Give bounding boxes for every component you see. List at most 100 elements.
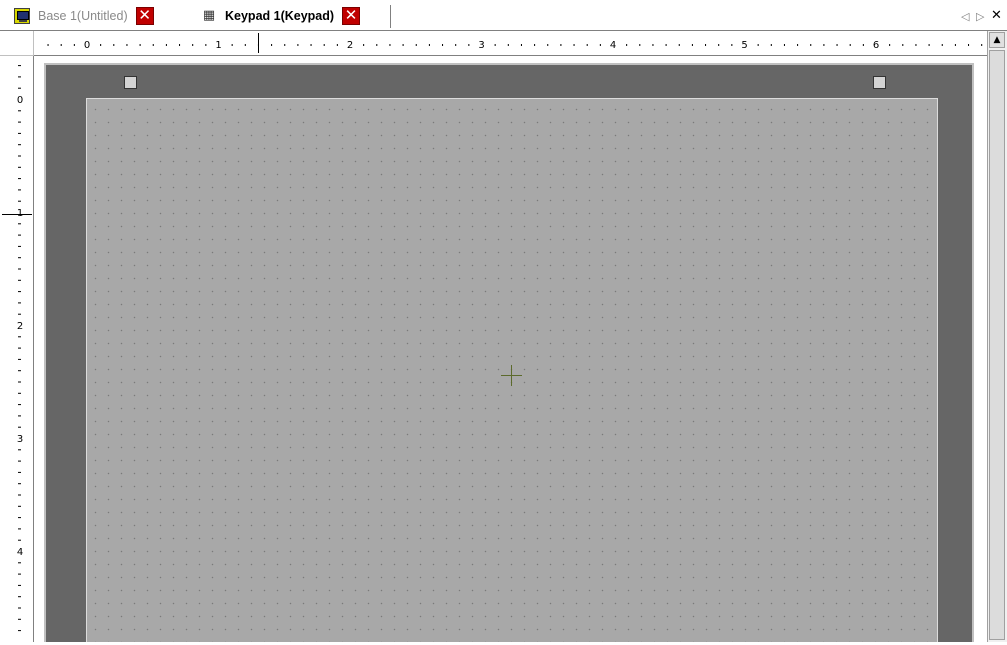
ruler-h-tick xyxy=(639,44,641,46)
ruler-h-label: 0 xyxy=(84,40,90,51)
ruler-v-tick xyxy=(18,166,21,168)
ruler-h-tick xyxy=(271,44,273,46)
ruler-h-tick xyxy=(586,44,588,46)
ruler-h-tick xyxy=(731,44,733,46)
ruler-v-tick xyxy=(18,189,21,191)
ruler-v-tick xyxy=(18,302,21,304)
ruler-h-tick xyxy=(126,44,128,46)
ruler-h-tick xyxy=(494,44,496,46)
ruler-v-tick xyxy=(18,358,21,360)
horizontal-ruler: 0 1 2 3 4 5 6 xyxy=(34,31,987,56)
crosshair-cursor-icon xyxy=(501,365,522,386)
ruler-v-tick xyxy=(18,155,21,157)
ruler-v-tick xyxy=(18,494,21,496)
ruler-v-tick xyxy=(18,370,21,372)
ruler-h-tick xyxy=(941,44,943,46)
ruler-h-tick xyxy=(757,44,759,46)
keypad-screen-frame[interactable] xyxy=(44,63,974,642)
frame-handle-left[interactable] xyxy=(124,76,137,89)
tab-scroll-left-icon[interactable]: ◁ xyxy=(961,10,969,23)
ruler-h-tick xyxy=(626,44,628,46)
ruler-h-tick xyxy=(520,44,522,46)
ruler-h-tick xyxy=(968,44,970,46)
ruler-v-tick xyxy=(18,110,21,112)
scroll-up-button[interactable]: ▲ xyxy=(989,32,1005,48)
ruler-h-tick xyxy=(310,44,312,46)
ruler-v-label: 4 xyxy=(17,547,23,558)
frame-handle-right[interactable] xyxy=(873,76,886,89)
keypad-drawing-area[interactable] xyxy=(86,98,938,642)
ruler-h-tick xyxy=(244,44,246,46)
ruler-v-tick xyxy=(18,336,21,338)
ruler-h-tick xyxy=(192,44,194,46)
vertical-ruler: 0 1 2 3 4 xyxy=(0,56,34,642)
ruler-h-tick xyxy=(770,44,772,46)
ruler-v-tick xyxy=(18,596,21,598)
ruler-h-tick xyxy=(573,44,575,46)
ruler-h-tick xyxy=(284,44,286,46)
ruler-v-tick xyxy=(18,392,21,394)
ruler-h-tick xyxy=(415,44,417,46)
ruler-v-tick xyxy=(18,618,21,620)
tab-keypad-1-label: Keypad 1(Keypad) xyxy=(225,9,335,23)
ruler-v-tick xyxy=(18,426,21,428)
editor-canvas[interactable] xyxy=(34,56,987,642)
vertical-scrollbar[interactable]: ▲ xyxy=(987,31,1007,642)
ruler-h-tick xyxy=(139,44,141,46)
ruler-h-tick xyxy=(928,44,930,46)
vertical-ruler-scale: 0 1 2 3 4 xyxy=(2,65,32,632)
ruler-h-tick xyxy=(363,44,365,46)
ruler-v-tick xyxy=(18,234,21,236)
tab-keypad-1[interactable]: ▦ Keypad 1(Keypad) ✕ xyxy=(201,6,361,26)
monitor-icon xyxy=(14,8,30,24)
ruler-h-tick xyxy=(599,44,601,46)
ruler-h-label: 3 xyxy=(478,40,484,51)
ruler-v-tick xyxy=(18,471,21,473)
ruler-v-tick xyxy=(18,584,21,586)
ruler-v-tick xyxy=(18,505,21,507)
ruler-v-tick xyxy=(18,144,21,146)
ruler-h-tick xyxy=(428,44,430,46)
ruler-v-tick xyxy=(18,539,21,541)
ruler-h-tick xyxy=(981,44,983,46)
horizontal-ruler-scale: 0 1 2 3 4 5 6 xyxy=(47,33,983,53)
ruler-h-tick xyxy=(783,44,785,46)
ruler-h-tick xyxy=(862,44,864,46)
close-all-tabs-icon[interactable]: ✕ xyxy=(991,8,1002,23)
close-tab-keypad-1-button[interactable]: ✕ xyxy=(342,7,361,25)
ruler-v-tick xyxy=(18,528,21,530)
close-tab-base-1-button[interactable]: ✕ xyxy=(135,7,154,25)
ruler-v-tick xyxy=(18,291,21,293)
ruler-h-tick xyxy=(560,44,562,46)
ruler-v-tick xyxy=(18,460,21,462)
ruler-v-tick xyxy=(18,347,21,349)
ruler-h-tick xyxy=(849,44,851,46)
ruler-h-tick xyxy=(705,44,707,46)
ruler-h-tick xyxy=(547,44,549,46)
ruler-h-tick xyxy=(297,44,299,46)
ruler-h-tick xyxy=(810,44,812,46)
ruler-h-tick xyxy=(402,44,404,46)
ruler-h-tick xyxy=(954,44,956,46)
ruler-v-tick xyxy=(18,381,21,383)
ruler-v-label: 1 xyxy=(17,208,23,219)
ruler-h-tick xyxy=(691,44,693,46)
tab-scroll-right-icon[interactable]: ▷ xyxy=(976,10,984,23)
ruler-h-tick xyxy=(652,44,654,46)
ruler-h-tick xyxy=(889,44,891,46)
ruler-v-tick xyxy=(18,573,21,575)
ruler-v-tick xyxy=(18,200,21,202)
ruler-v-tick xyxy=(18,178,21,180)
ruler-h-tick xyxy=(152,44,154,46)
ruler-h-tick xyxy=(718,44,720,46)
ruler-v-tick xyxy=(18,223,21,225)
ruler-h-tick xyxy=(113,44,115,46)
ruler-h-tick xyxy=(165,44,167,46)
ruler-v-tick xyxy=(18,87,21,89)
ruler-h-tick xyxy=(323,44,325,46)
ruler-h-label: 6 xyxy=(873,40,879,51)
ruler-h-label: 2 xyxy=(347,40,353,51)
tab-base-1[interactable]: Base 1(Untitled) ✕ xyxy=(14,6,154,26)
scrollbar-thumb[interactable] xyxy=(989,50,1005,640)
ruler-v-tick xyxy=(18,65,21,67)
